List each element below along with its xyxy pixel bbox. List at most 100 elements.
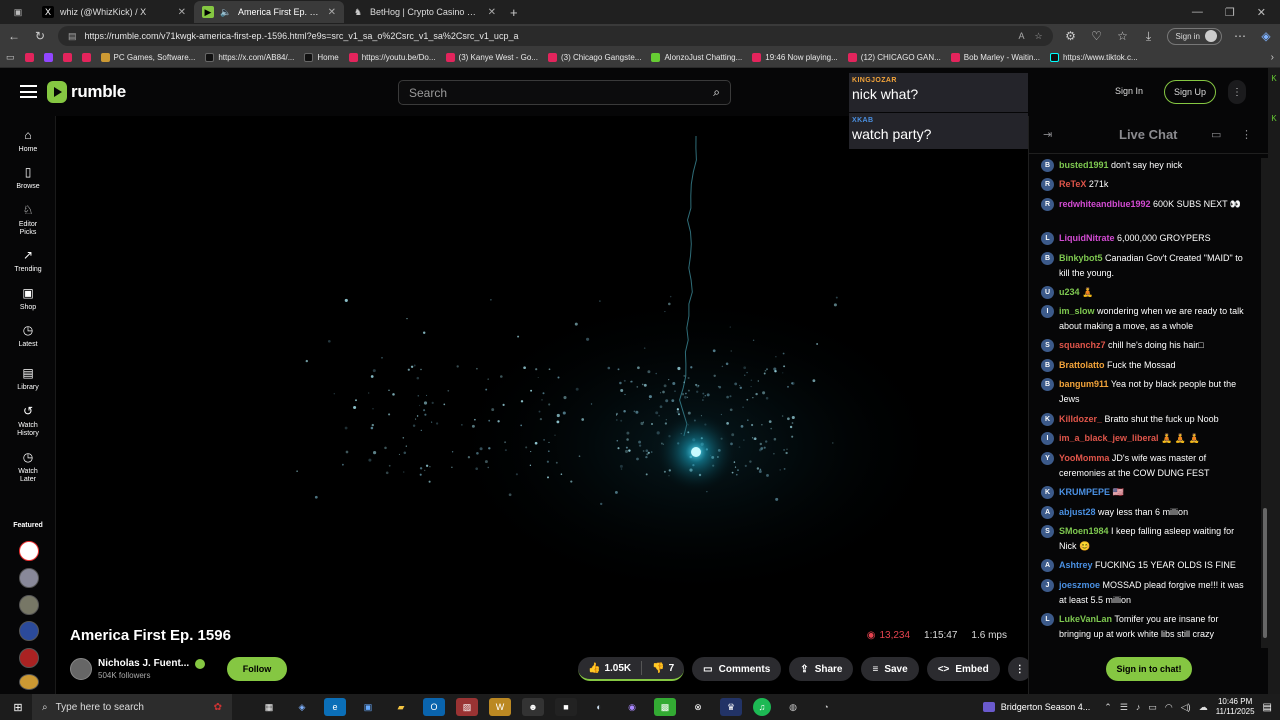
tab-whiz[interactable]: X whiz (@WhizKick) / X ✕ — [34, 1, 194, 23]
chat-avatar[interactable]: B — [1041, 252, 1054, 265]
close-window-icon[interactable]: ✕ — [1257, 6, 1266, 19]
like-button[interactable]: 👍 1.05K — [578, 657, 641, 679]
close-icon[interactable]: ✕ — [178, 7, 186, 18]
cloud-icon[interactable]: ☁ — [1199, 702, 1208, 713]
chat-username[interactable]: YooMomma — [1059, 453, 1109, 463]
downloads-icon[interactable]: ⤓ — [1141, 29, 1157, 44]
bookmark-icon-only[interactable] — [81, 53, 91, 62]
sign-in-to-chat-button[interactable]: Sign in to chat! — [1106, 657, 1192, 681]
obs-icon[interactable]: ◉ — [621, 698, 643, 716]
chat-options-icon[interactable]: ⋮ — [1241, 128, 1252, 141]
chat-username[interactable]: im_a_black_jew_liberal — [1059, 433, 1159, 443]
chat-avatar[interactable]: S — [1041, 339, 1054, 352]
xbox-icon[interactable]: ⊗ — [687, 698, 709, 716]
bookmark-item[interactable]: Bob Marley - Waitin... — [950, 53, 1040, 62]
bookmark-item[interactable]: Home — [304, 53, 339, 62]
share-button[interactable]: ⇪ Share — [789, 657, 854, 681]
wifi-icon[interactable]: ◠ — [1165, 702, 1173, 713]
chat-avatar[interactable]: L — [1041, 232, 1054, 245]
chat-username[interactable]: u234 — [1059, 287, 1080, 297]
back-icon[interactable]: ← — [6, 29, 22, 43]
chat-avatar[interactable]: J — [1041, 579, 1054, 592]
kick-icon[interactable]: K — [1268, 114, 1280, 124]
spotify-icon[interactable]: ♫ — [753, 698, 771, 716]
chat-username[interactable]: bangum911 — [1059, 379, 1109, 389]
app-icon[interactable]: ◍ — [782, 698, 804, 716]
chat-username[interactable]: Ashtrey — [1059, 560, 1093, 570]
sidebar-item-shop[interactable]: ▣ Shop — [0, 287, 56, 312]
bookmark-item[interactable]: https://www.tiktok.c... — [1049, 53, 1138, 62]
chat-avatar[interactable]: B — [1041, 359, 1054, 372]
microphone-icon[interactable]: ♪ — [1136, 702, 1141, 712]
favorite-star-icon[interactable]: ☆ — [1034, 31, 1042, 42]
outlook-icon[interactable]: O — [423, 698, 445, 716]
sidebar-item-library[interactable]: ▤ Library — [0, 367, 56, 392]
media-widget[interactable]: Bridgerton Season 4... — [982, 702, 1090, 712]
featured-channel-avatar[interactable] — [19, 621, 39, 641]
tray-overflow-icon[interactable]: ⌃ — [1104, 702, 1112, 713]
sidebar-item-latest[interactable]: ◷ Latest — [0, 324, 56, 349]
game-icon[interactable]: W — [489, 698, 511, 716]
featured-channel-avatar[interactable] — [19, 541, 39, 561]
channel-avatar[interactable] — [70, 658, 92, 680]
kick-icon[interactable]: K — [1268, 74, 1280, 84]
tab-rumble[interactable]: ▶ 🔈 America First Ep. 1596 ✕ — [194, 1, 344, 23]
chat-username[interactable]: busted1991 — [1059, 160, 1109, 170]
chat-avatar[interactable]: A — [1041, 559, 1054, 572]
bookmark-item[interactable]: AlonzoJust Chatting... — [651, 53, 742, 62]
hamburger-menu-icon[interactable] — [20, 85, 37, 98]
taskbar-search[interactable]: ⌕ Type here to search ✿ — [32, 694, 232, 720]
chat-username[interactable]: LukeVanLan — [1059, 614, 1112, 624]
chat-avatar[interactable]: B — [1041, 378, 1054, 391]
bookmark-item[interactable]: https://x.com/AB84/... — [205, 53, 294, 62]
chat-avatar[interactable]: K — [1041, 413, 1054, 426]
chat-avatar[interactable]: A — [1041, 506, 1054, 519]
chat-avatar[interactable]: B — [1041, 159, 1054, 172]
chat-username[interactable]: LiquidNitrate — [1059, 233, 1115, 243]
featured-channel-avatar[interactable] — [19, 648, 39, 668]
channel-name[interactable]: Nicholas J. Fuent... — [98, 658, 189, 669]
chat-username[interactable]: squanchz7 — [1059, 340, 1106, 350]
follow-button[interactable]: Follow — [227, 657, 287, 681]
app-icon[interactable]: ◔ — [815, 698, 837, 716]
popout-chat-icon[interactable]: ▭ — [1211, 128, 1221, 141]
search-icon[interactable]: ⌕ — [713, 85, 720, 100]
chat-username[interactable]: im_slow — [1059, 306, 1095, 316]
store-icon[interactable]: ▣ — [357, 698, 379, 716]
chat-avatar[interactable]: K — [1041, 486, 1054, 499]
sidebar-item-watch-history[interactable]: ↺ Watch History — [0, 405, 56, 438]
bookmark-icon-only[interactable] — [62, 53, 72, 62]
featured-channel-avatar[interactable] — [19, 595, 39, 615]
collapse-chat-icon[interactable]: ⇥ — [1043, 128, 1052, 141]
tab-bethog[interactable]: ♞ BetHog | Crypto Casino & Sports ✕ — [344, 1, 504, 23]
chat-username[interactable]: abjust28 — [1059, 507, 1096, 517]
url-field[interactable]: ▤ https://rumble.com/v71kwgk-america-fir… — [58, 26, 1053, 46]
windows-start-icon[interactable]: ⊞ — [6, 701, 30, 714]
chat-avatar[interactable]: Y — [1041, 452, 1054, 465]
bookmark-folder-icon[interactable]: ▭ — [6, 52, 15, 63]
close-icon[interactable]: ✕ — [328, 7, 336, 18]
bookmark-item[interactable]: (3) Kanye West - Go... — [445, 53, 538, 62]
rumble-logo[interactable]: rumble — [47, 81, 126, 103]
chat-username[interactable]: Killdozer_ — [1059, 414, 1102, 424]
sidebar-item-trending[interactable]: ↗ Trending — [0, 249, 56, 274]
save-button[interactable]: ≡ Save — [861, 657, 919, 681]
sidebar-toggle-icon[interactable]: ▣ — [12, 6, 24, 18]
chat-username[interactable]: ReTeX — [1059, 179, 1086, 189]
bookmark-icon-only[interactable] — [24, 53, 34, 62]
read-aloud-icon[interactable]: A — [1018, 31, 1024, 42]
bookmark-item[interactable]: (3) Chicago Gangste... — [547, 53, 641, 62]
sidebar-item-watch-later[interactable]: ◷ Watch Later — [0, 451, 56, 484]
chat-username[interactable]: Brattolatto — [1059, 360, 1105, 370]
profile-button[interactable]: Sign in — [1166, 27, 1222, 45]
chat-avatar[interactable]: U — [1041, 286, 1054, 299]
chat-avatar[interactable]: I — [1041, 305, 1054, 318]
minecraft-icon[interactable]: ▩ — [654, 698, 676, 716]
sidebar-item-editor-picks[interactable]: ♘ Editor Picks — [0, 204, 56, 237]
chat-username[interactable]: redwhiteandblue1992 — [1059, 199, 1151, 209]
chat-avatar[interactable]: I — [1041, 432, 1054, 445]
more-menu-icon[interactable]: ⋯ — [1232, 29, 1248, 43]
sidebar-item-home[interactable]: ⌂ Home — [0, 129, 56, 154]
scrollbar-thumb[interactable] — [1263, 508, 1267, 638]
bookmark-item[interactable]: 19:46 Now playing... — [752, 53, 838, 62]
